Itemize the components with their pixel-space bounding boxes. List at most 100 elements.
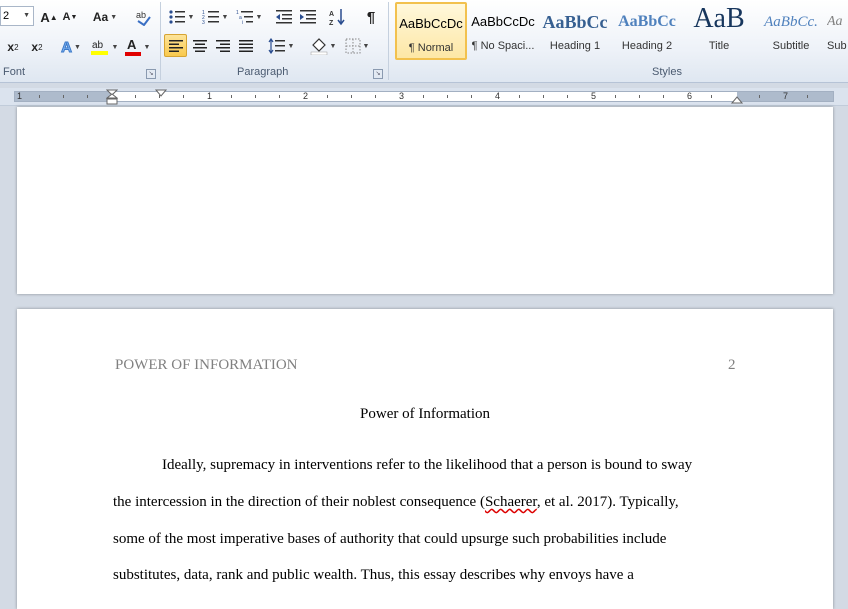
multilevel-list-icon: 1ai <box>236 10 253 25</box>
shrink-font-button[interactable]: A ▼ <box>60 6 80 28</box>
bullet-list-icon <box>168 10 185 24</box>
ruler-number: 1 <box>207 91 213 101</box>
ruler-tick <box>39 95 40 98</box>
bullets-button[interactable]: ▼ <box>166 6 196 28</box>
paragraph-line: Ideally, supremacy in interventions refe… <box>162 457 693 473</box>
ruler-number: 3 <box>399 91 405 101</box>
show-formatting-marks-icon[interactable]: ¶ <box>360 6 382 28</box>
line-spacing-button[interactable]: ▼ <box>266 35 296 57</box>
ruler-tick <box>423 95 424 98</box>
style-heading-1[interactable]: AaBbCc Heading 1 <box>539 2 611 60</box>
ruler-number: 5 <box>591 91 597 101</box>
style-name: Title <box>708 40 730 52</box>
ruler-tick <box>639 95 640 98</box>
style-subtitle[interactable]: AaBbCc. Subtitle <box>755 2 827 60</box>
ruler-tick <box>183 95 184 98</box>
ruler-tick <box>255 95 256 98</box>
paragraph-group-label: Paragraph <box>237 66 289 78</box>
ruler-tick <box>327 95 328 98</box>
ruler-tick <box>807 95 808 98</box>
shading-button[interactable]: ▼ <box>308 35 338 57</box>
ruler-tick <box>63 95 64 98</box>
svg-text:i: i <box>242 20 243 25</box>
font-group-label: Font <box>3 66 26 78</box>
ruler-tick <box>87 95 88 98</box>
font-color-button[interactable]: A ▼ <box>122 36 152 58</box>
style-name: Heading 1 <box>549 40 601 52</box>
align-left-button[interactable] <box>164 34 187 57</box>
subscript-button[interactable]: x2 <box>2 36 24 58</box>
superscript-button[interactable]: x2 <box>26 36 48 58</box>
highlighter-icon: ab <box>90 40 108 55</box>
svg-text:ab: ab <box>136 10 146 20</box>
style-title[interactable]: AaB Title <box>683 2 755 60</box>
ruler-tick <box>351 95 352 98</box>
ruler-track: 1 1 2 3 4 5 6 7 <box>14 91 834 102</box>
ruler-tick <box>135 95 136 98</box>
numbering-button[interactable]: 1 2 3 ▼ <box>200 6 230 28</box>
highlight-button[interactable]: ab ▼ <box>88 36 120 58</box>
align-left-icon <box>168 39 183 52</box>
ruler-tick <box>231 95 232 98</box>
ruler-tick <box>519 95 520 98</box>
ruler-tick <box>567 95 568 98</box>
horizontal-ruler[interactable]: 1 1 2 3 4 5 6 7 <box>0 88 848 106</box>
ruler-number: 6 <box>687 91 693 101</box>
document-page-1[interactable] <box>17 107 833 294</box>
page-number: 2 <box>728 357 736 373</box>
borders-button[interactable]: ▼ <box>342 35 372 57</box>
font-size-value: 2 <box>3 10 10 22</box>
svg-text:Z: Z <box>329 20 334 26</box>
ruler-tick <box>663 95 664 98</box>
ruler-tick <box>711 95 712 98</box>
style-preview: AaBbCc <box>542 12 608 32</box>
document-page-2[interactable]: POWER OF INFORMATION 2 Power of Informat… <box>17 309 833 609</box>
left-indent-marker-icon[interactable] <box>106 89 118 105</box>
svg-text:A: A <box>127 37 137 52</box>
style-preview: AaBbCc <box>618 13 676 30</box>
style-no-spacing[interactable]: AaBbCcDc ¶ No Spaci... <box>467 2 539 60</box>
running-head: POWER OF INFORMATION <box>115 357 298 373</box>
style-subtle-emphasis[interactable]: Aa Sub <box>827 2 848 60</box>
numbered-list-icon: 123 <box>202 10 219 25</box>
clear-formatting-icon[interactable]: ab <box>132 6 154 28</box>
ruler-tick <box>471 95 472 98</box>
style-preview: AaBbCc. <box>764 14 818 30</box>
paragraph-line: the intercession in the direction of the… <box>113 494 679 511</box>
ruler-number: 2 <box>303 91 309 101</box>
styles-group-label: Styles <box>652 66 682 78</box>
multilevel-list-button[interactable]: 1 a i ▼ <box>234 6 264 28</box>
paragraph-line: substitutes, data, rank and public wealt… <box>113 567 634 583</box>
ruler-tick <box>759 95 760 98</box>
ribbon-home: 2 ▼ A ▲ A ▼ Aa ▼ ab x2 x2 A ▼ ab ▼ A ▼ Font ↘ ▼… <box>0 0 848 83</box>
ruler-tick <box>375 95 376 98</box>
increase-indent-icon[interactable] <box>296 6 320 28</box>
sort-icon[interactable]: AZ <box>326 6 350 28</box>
change-case-button[interactable]: Aa ▼ <box>90 6 120 28</box>
ruler-number: 7 <box>783 91 789 101</box>
align-right-icon[interactable] <box>212 35 234 57</box>
paint-bucket-icon <box>310 38 327 55</box>
text-effects-button[interactable]: A ▼ <box>56 36 86 58</box>
style-heading-2[interactable]: AaBbCc Heading 2 <box>611 2 683 60</box>
font-dialog-launcher[interactable]: ↘ <box>146 69 156 79</box>
justify-icon[interactable] <box>235 35 257 57</box>
style-name: Heading 2 <box>621 40 673 52</box>
align-center-icon[interactable] <box>189 35 211 57</box>
style-preview: AaB <box>693 3 745 34</box>
misspelled-word[interactable]: Schaerer <box>485 494 537 510</box>
grow-font-button[interactable]: A ▲ <box>38 6 60 28</box>
right-indent-marker-icon[interactable] <box>731 94 743 104</box>
first-line-indent-marker-icon[interactable] <box>155 89 167 97</box>
ruler-number: 1 <box>17 91 23 101</box>
ruler-tick <box>447 95 448 98</box>
svg-text:3: 3 <box>202 20 205 25</box>
text-run: , et al. 2017). Typically, <box>536 494 679 510</box>
document-title: Power of Information <box>360 406 490 422</box>
style-normal[interactable]: AaBbCcDc ¶ Normal <box>395 2 467 60</box>
font-size-box[interactable]: 2 ▼ <box>0 6 34 26</box>
style-name: ¶ No Spaci... <box>471 40 535 52</box>
ruler-number: 4 <box>495 91 501 101</box>
decrease-indent-icon[interactable] <box>272 6 296 28</box>
paragraph-dialog-launcher[interactable]: ↘ <box>373 69 383 79</box>
